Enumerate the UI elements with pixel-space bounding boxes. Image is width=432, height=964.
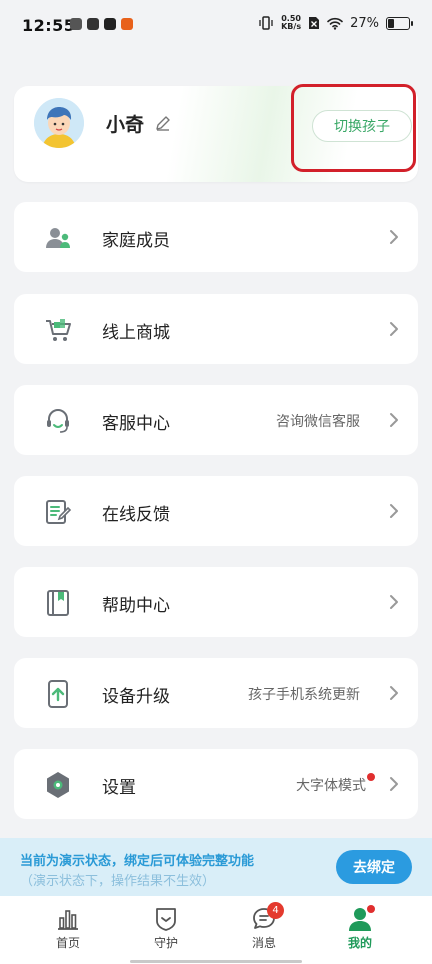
no-sim-icon bbox=[309, 17, 320, 29]
child-name: 小奇 bbox=[106, 114, 145, 136]
tab-label: 首页 bbox=[55, 936, 80, 950]
notification-icons bbox=[70, 18, 133, 30]
menu-item-online-store[interactable]: 线上商城 bbox=[14, 294, 418, 364]
bar-chart-icon bbox=[58, 910, 78, 930]
avatar-illustration bbox=[34, 98, 84, 148]
menu-item-help-center[interactable]: 帮助中心 bbox=[14, 567, 418, 637]
notification-dot bbox=[367, 773, 375, 781]
settings-hint-text: 大字体模式 bbox=[296, 778, 366, 794]
edit-pencil-icon[interactable] bbox=[154, 114, 172, 132]
chevron-right-icon bbox=[390, 595, 398, 609]
battery-icon bbox=[386, 16, 413, 30]
app-notification-icon bbox=[87, 18, 99, 30]
bottom-navigation: 首页 守护 4 消息 我的 bbox=[0, 896, 432, 964]
tab-label: 我的 bbox=[347, 936, 372, 950]
menu-label: 设置 bbox=[102, 778, 136, 798]
chevron-right-icon bbox=[390, 777, 398, 791]
home-indicator[interactable] bbox=[130, 960, 302, 963]
menu-label: 在线反馈 bbox=[102, 505, 170, 525]
menu-label: 帮助中心 bbox=[102, 596, 170, 616]
message-count-badge: 4 bbox=[267, 902, 284, 919]
tab-home[interactable]: 首页 bbox=[28, 906, 108, 951]
settings-gear-icon bbox=[47, 772, 69, 798]
shield-icon bbox=[156, 908, 176, 931]
status-time: 12:55 bbox=[22, 16, 76, 35]
wifi-icon bbox=[327, 17, 343, 30]
profile-icon-wrap bbox=[347, 905, 375, 932]
headset-icon bbox=[47, 409, 69, 433]
family-members-icon bbox=[46, 228, 70, 248]
chevron-right-icon bbox=[390, 504, 398, 518]
help-book-icon bbox=[47, 590, 69, 616]
child-avatar[interactable] bbox=[34, 98, 84, 148]
vibrate-icon bbox=[259, 16, 273, 30]
menu-label: 设备升级 bbox=[102, 687, 170, 707]
menu-hint: 咨询微信客服 bbox=[276, 414, 360, 430]
menu-hint: 孩子手机系统更新 bbox=[248, 687, 360, 703]
bind-device-button[interactable]: 去绑定 bbox=[336, 850, 412, 884]
switch-child-button[interactable]: 切换孩子 bbox=[312, 110, 412, 142]
demo-notice-text: 当前为演示状态，绑定后可体验完整功能 bbox=[20, 854, 255, 869]
demo-mode-banner: 当前为演示状态，绑定后可体验完整功能 （演示状态下，操作结果不生效） 去绑定 bbox=[0, 838, 432, 896]
network-speed-unit: KB/s bbox=[281, 22, 302, 31]
feedback-edit-icon bbox=[46, 500, 72, 524]
status-bar: 12:55 0.50 KB/s 27% bbox=[0, 0, 432, 52]
battery-percent: 27% bbox=[350, 15, 379, 31]
menu-label: 客服中心 bbox=[102, 414, 170, 434]
network-speed: 0.50 KB/s bbox=[281, 15, 301, 31]
device-upgrade-icon bbox=[48, 680, 68, 708]
tab-messages[interactable]: 4 消息 bbox=[224, 902, 304, 951]
menu-item-family-members[interactable]: 家庭成员 bbox=[14, 202, 418, 272]
menu-item-customer-service[interactable]: 客服中心 咨询微信客服 bbox=[14, 385, 418, 455]
menu-hint: 大字体模式 bbox=[296, 773, 375, 795]
menu-label: 线上商城 bbox=[102, 323, 170, 343]
menu-label: 家庭成员 bbox=[102, 231, 170, 251]
tab-mine[interactable]: 我的 bbox=[320, 905, 400, 951]
tab-label: 守护 bbox=[153, 936, 178, 950]
tab-label: 消息 bbox=[251, 936, 276, 950]
menu-item-settings[interactable]: 设置 大字体模式 bbox=[14, 749, 418, 819]
chevron-right-icon bbox=[390, 686, 398, 700]
notification-dot bbox=[367, 905, 375, 913]
status-right: 0.50 KB/s 27% bbox=[258, 15, 413, 31]
chevron-right-icon bbox=[390, 413, 398, 427]
chevron-right-icon bbox=[390, 230, 398, 244]
shopping-cart-icon bbox=[46, 319, 71, 341]
child-profile-card: 小奇 切换孩子 bbox=[14, 86, 418, 182]
tab-guard[interactable]: 守护 bbox=[126, 906, 206, 951]
message-icon-wrap: 4 bbox=[251, 902, 284, 932]
app-notification-icon bbox=[70, 18, 82, 30]
demo-subnotice-text: （演示状态下，操作结果不生效） bbox=[20, 874, 216, 889]
menu-item-device-upgrade[interactable]: 设备升级 孩子手机系统更新 bbox=[14, 658, 418, 728]
chevron-right-icon bbox=[390, 322, 398, 336]
menu-item-online-feedback[interactable]: 在线反馈 bbox=[14, 476, 418, 546]
app-notification-icon bbox=[121, 18, 133, 30]
app-notification-icon bbox=[104, 18, 116, 30]
